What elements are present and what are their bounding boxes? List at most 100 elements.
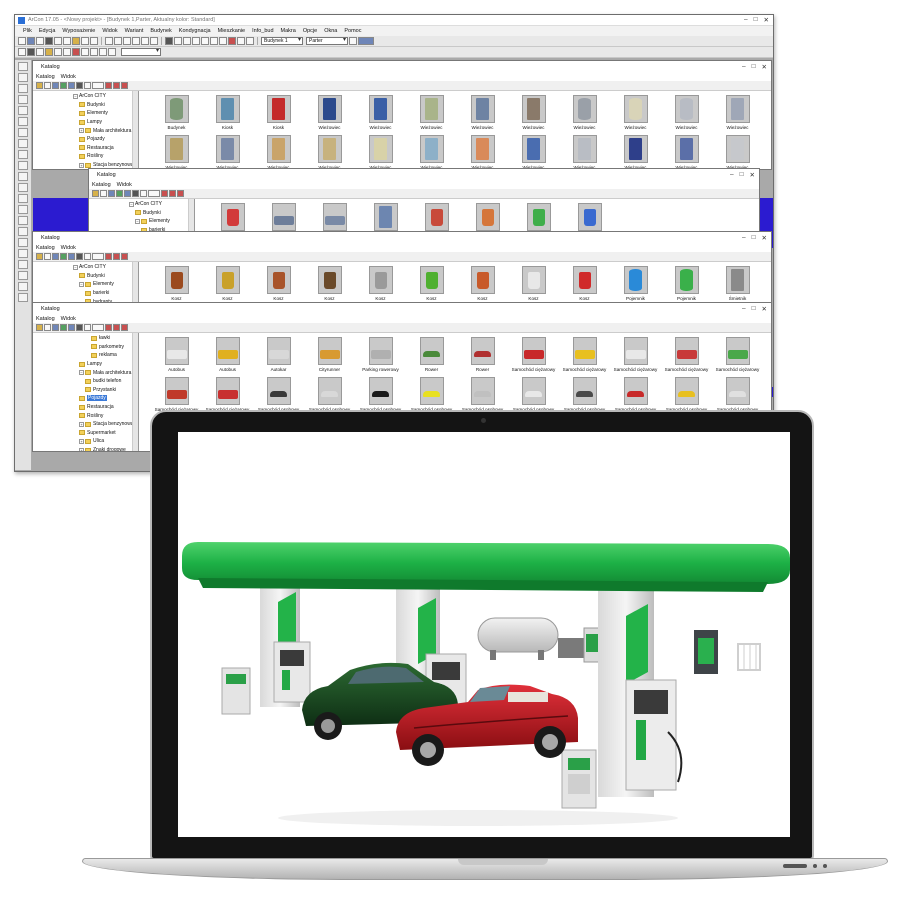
catalog-item[interactable]: Samochód ciężarowy <box>712 337 763 377</box>
expand-icon[interactable]: − <box>79 370 84 376</box>
search-icon[interactable] <box>84 82 91 89</box>
print-icon[interactable] <box>45 37 53 45</box>
fit-icon[interactable] <box>141 37 149 45</box>
tool-button[interactable] <box>18 62 28 71</box>
catalog-item[interactable]: Wieżowiec <box>406 135 457 169</box>
stairs-icon[interactable] <box>192 37 200 45</box>
properties-icon[interactable] <box>92 324 104 331</box>
catalog-item[interactable]: Samochód ciężarowy <box>661 337 712 377</box>
expand-icon[interactable]: − <box>135 218 140 224</box>
tree-view-icon[interactable] <box>52 82 59 89</box>
tool-button[interactable] <box>18 282 28 291</box>
open-icon[interactable] <box>27 37 35 45</box>
catalog-item[interactable]: Rower <box>406 337 457 377</box>
catalog-item[interactable]: Wieżowiec <box>304 95 355 135</box>
catalog-menu-item[interactable]: Widok <box>61 245 76 251</box>
folder-icon[interactable] <box>36 253 43 260</box>
floor-up-icon[interactable] <box>349 37 357 45</box>
expand-icon[interactable]: − <box>79 281 84 287</box>
tree-node[interactable]: + Znaki drogowe <box>33 446 138 451</box>
menu-item[interactable]: Budynek <box>150 28 171 34</box>
catalog-item[interactable]: Parking rowerowy <box>355 337 406 377</box>
catalog-item[interactable]: Autobus <box>202 337 253 377</box>
tree-node[interactable]: ławki <box>33 334 138 343</box>
maximize-icon[interactable]: □ <box>740 171 744 179</box>
maximize-icon[interactable]: □ <box>752 63 756 71</box>
tool-button[interactable] <box>18 238 28 247</box>
tool-button[interactable] <box>18 194 28 203</box>
catalog-item[interactable]: Samochód ciężarowy <box>508 337 559 377</box>
expand-icon[interactable]: + <box>79 421 84 427</box>
folder-icon[interactable] <box>92 190 99 197</box>
tool-button[interactable] <box>18 73 28 82</box>
column-tool-icon[interactable] <box>63 48 71 56</box>
layer-select[interactable] <box>121 48 161 56</box>
menu-item[interactable]: Info_bud <box>252 28 273 34</box>
menu-item[interactable]: Makra <box>281 28 296 34</box>
close-icon[interactable]: ✕ <box>764 16 769 24</box>
tree-node[interactable]: Pojazdy <box>33 394 138 403</box>
redo-icon[interactable] <box>90 37 98 45</box>
ceiling-tool-icon[interactable] <box>45 48 53 56</box>
menu-item[interactable]: Wyposażenie <box>62 28 95 34</box>
tool-button[interactable] <box>18 271 28 280</box>
catalog-item[interactable]: Kosz <box>457 266 508 302</box>
paste-icon[interactable] <box>72 37 80 45</box>
catalog-item[interactable]: Wieżowiec <box>406 95 457 135</box>
tool-button[interactable] <box>18 139 28 148</box>
catalog-item[interactable]: Wieżowiec <box>712 95 763 135</box>
catalog-item[interactable]: Billboard <box>309 203 360 233</box>
tool-button[interactable] <box>18 293 28 302</box>
list-icon[interactable] <box>44 82 51 89</box>
arrow-right-icon[interactable] <box>108 48 116 56</box>
list-icon[interactable] <box>44 324 51 331</box>
select-icon[interactable] <box>18 48 26 56</box>
tool-button[interactable] <box>18 172 28 181</box>
catalog-item[interactable]: Wieżowiec <box>508 135 559 169</box>
menu-item[interactable]: Mieszkanie <box>218 28 246 34</box>
catalog-item[interactable]: Kiosk <box>202 95 253 135</box>
expand-icon[interactable]: − <box>129 201 134 207</box>
folder-icon[interactable] <box>36 324 43 331</box>
preview-icon[interactable] <box>68 82 75 89</box>
catalog-item[interactable]: Wieżowiec <box>355 95 406 135</box>
catalog-item[interactable]: Pojemnik <box>610 266 661 302</box>
catalog-item[interactable]: Wieżowiec <box>151 135 202 169</box>
catalog-item[interactable]: Baner <box>207 203 258 233</box>
minimize-icon[interactable]: – <box>742 63 746 71</box>
expand-icon[interactable]: + <box>79 438 84 444</box>
tool-button[interactable] <box>18 117 28 126</box>
measure-icon[interactable] <box>210 37 218 45</box>
close-icon[interactable]: ✕ <box>762 63 767 71</box>
zoom-icon[interactable] <box>105 37 113 45</box>
minimize-icon[interactable]: – <box>742 234 746 242</box>
tree-node[interactable]: − ArCon CITY <box>89 200 194 209</box>
catalog-menu-item[interactable]: Katalog <box>92 182 111 188</box>
tree-node[interactable]: − ArCon CITY <box>33 92 138 101</box>
catalog-item[interactable]: Cityrunner <box>304 337 355 377</box>
catalog-item[interactable]: Budynek <box>151 95 202 135</box>
thumbnail-view-icon[interactable] <box>60 324 67 331</box>
undo-icon[interactable] <box>81 37 89 45</box>
new-file-icon[interactable] <box>18 37 26 45</box>
door-tool-icon[interactable] <box>90 48 98 56</box>
close-catalog-icon[interactable] <box>121 82 128 89</box>
tree-view-icon[interactable] <box>52 324 59 331</box>
catalog-item[interactable]: Autokar <box>253 337 304 377</box>
delete-icon[interactable] <box>105 324 112 331</box>
menu-item[interactable]: Edycja <box>39 28 56 34</box>
menu-item[interactable]: Opcje <box>303 28 317 34</box>
view-icon[interactable] <box>150 37 158 45</box>
tree-scrollbar[interactable] <box>132 333 138 451</box>
tree-scrollbar[interactable] <box>132 262 138 302</box>
tree-view-icon[interactable] <box>52 253 59 260</box>
tree-node[interactable]: Restauracja <box>33 403 138 412</box>
tree-node[interactable]: Rośliny <box>33 152 138 161</box>
tool-button[interactable] <box>18 150 28 159</box>
save-icon[interactable] <box>36 37 44 45</box>
catalog-item[interactable]: Wieżowiec <box>559 135 610 169</box>
tool-button[interactable] <box>18 128 28 137</box>
catalog-item[interactable]: Kosz <box>304 266 355 302</box>
tree-node[interactable]: + Stacja benzynowa <box>33 420 138 429</box>
catalog-item[interactable]: Kosz <box>202 266 253 302</box>
